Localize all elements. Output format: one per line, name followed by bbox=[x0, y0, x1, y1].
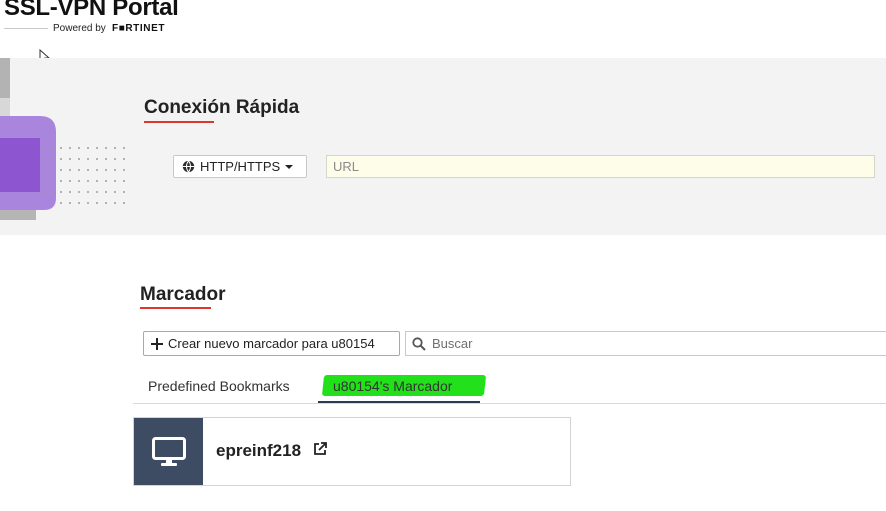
monitor-icon bbox=[151, 436, 186, 466]
portal-title: SSL-VPN Portal bbox=[4, 0, 179, 21]
bookmark-name[interactable]: epreinf218 bbox=[216, 441, 301, 461]
bookmark-search[interactable] bbox=[405, 331, 886, 356]
external-link-icon[interactable] bbox=[313, 442, 327, 456]
tab-predefined-bookmarks[interactable]: Predefined Bookmarks bbox=[148, 378, 290, 394]
create-bookmark-label: Crear nuevo marcador para u80154 bbox=[168, 336, 375, 351]
active-tab-indicator bbox=[318, 401, 480, 403]
portal-header: SSL-VPN Portal Powered by F■RTINET bbox=[0, 0, 886, 65]
fortinet-logo: F■RTINET bbox=[112, 23, 166, 34]
url-input[interactable] bbox=[326, 155, 875, 178]
bookmarks-title: Marcador bbox=[140, 284, 226, 305]
plus-icon bbox=[151, 337, 163, 350]
protocol-label: HTTP/HTTPS bbox=[200, 159, 281, 174]
globe-icon bbox=[182, 160, 195, 173]
decorative-illustration bbox=[0, 58, 125, 220]
quick-connection-panel bbox=[0, 58, 886, 235]
create-bookmark-button[interactable]: Crear nuevo marcador para u80154 bbox=[143, 331, 400, 356]
search-icon bbox=[412, 336, 426, 351]
tab-user-bookmarks[interactable]: u80154's Marcador bbox=[333, 378, 452, 394]
search-input[interactable] bbox=[430, 335, 874, 352]
quick-connection-underline bbox=[144, 121, 214, 123]
caret-down-icon bbox=[285, 164, 294, 169]
bookmark-card[interactable]: epreinf218 bbox=[133, 417, 571, 486]
protocol-dropdown[interactable]: HTTP/HTTPS bbox=[173, 155, 307, 178]
header-divider bbox=[4, 28, 48, 29]
bookmark-icon-box bbox=[134, 418, 203, 485]
bookmarks-underline bbox=[140, 307, 211, 309]
quick-connection-title: Conexión Rápida bbox=[144, 97, 300, 118]
tabs-divider bbox=[133, 403, 886, 404]
powered-by-label: Powered by bbox=[53, 23, 106, 34]
